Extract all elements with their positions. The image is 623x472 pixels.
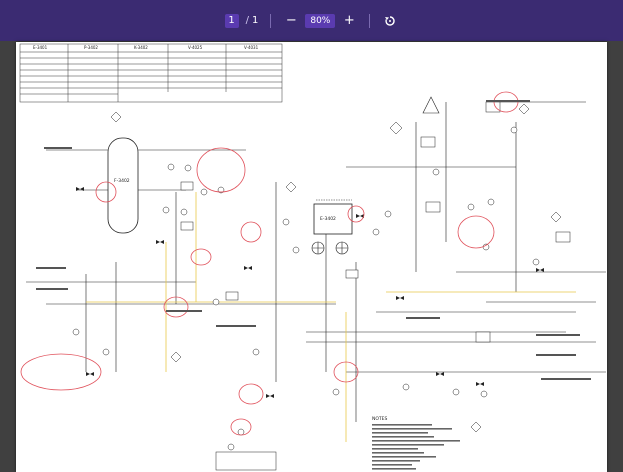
pid-drawing: E-3401 P-3402 K-3402 V-4025 V-4031 F-340… bbox=[19, 43, 606, 471]
instrument-bubbles bbox=[72, 126, 540, 451]
table-header-v4025: V-4025 bbox=[188, 45, 203, 50]
document-viewer[interactable]: E-3401 P-3402 K-3402 V-4025 V-4031 F-340… bbox=[0, 41, 623, 472]
equipment-data-table bbox=[19, 43, 283, 103]
table-header-k3402: K-3402 bbox=[134, 45, 148, 50]
table-header-v4031: V-4031 bbox=[244, 45, 259, 50]
table-header-p3402: P-3402 bbox=[84, 45, 98, 50]
exchanger-tag: E-3402 bbox=[320, 216, 336, 222]
zoom-in-button[interactable]: + bbox=[341, 13, 357, 29]
heat-exchanger-e3402: E-3402 bbox=[313, 199, 353, 235]
table-header-e3401: E-3401 bbox=[33, 45, 48, 50]
valve-symbols bbox=[76, 187, 544, 398]
pdf-toolbar: 1 / 1 − 80% + bbox=[0, 0, 623, 41]
diamond-symbols bbox=[110, 103, 562, 433]
zoom-controls: − 80% + bbox=[283, 13, 357, 29]
notes-title: NOTES bbox=[372, 416, 388, 422]
revision-clouds bbox=[20, 91, 519, 436]
page-separator: / bbox=[245, 15, 249, 26]
vessel-tag: F-3402 bbox=[114, 178, 130, 184]
air-cooler-fans bbox=[311, 241, 349, 255]
zoom-out-button[interactable]: − bbox=[283, 13, 299, 29]
current-page-input[interactable]: 1 bbox=[224, 13, 239, 28]
equipment-boxes bbox=[180, 101, 571, 471]
notes-block: NOTES bbox=[372, 416, 460, 470]
vessel-f3402: F-3402 bbox=[107, 137, 139, 234]
rotate-icon bbox=[385, 15, 396, 26]
rotate-button[interactable] bbox=[382, 13, 398, 29]
toolbar-divider bbox=[270, 13, 272, 28]
page-indicator: 1 / 1 bbox=[224, 13, 259, 28]
toolbar-divider bbox=[369, 13, 371, 28]
total-pages: 1 bbox=[251, 15, 259, 26]
triangle-symbol bbox=[422, 96, 440, 114]
zoom-level[interactable]: 80% bbox=[305, 13, 336, 28]
pid-drawing-page: E-3401 P-3402 K-3402 V-4025 V-4031 F-340… bbox=[16, 42, 607, 472]
